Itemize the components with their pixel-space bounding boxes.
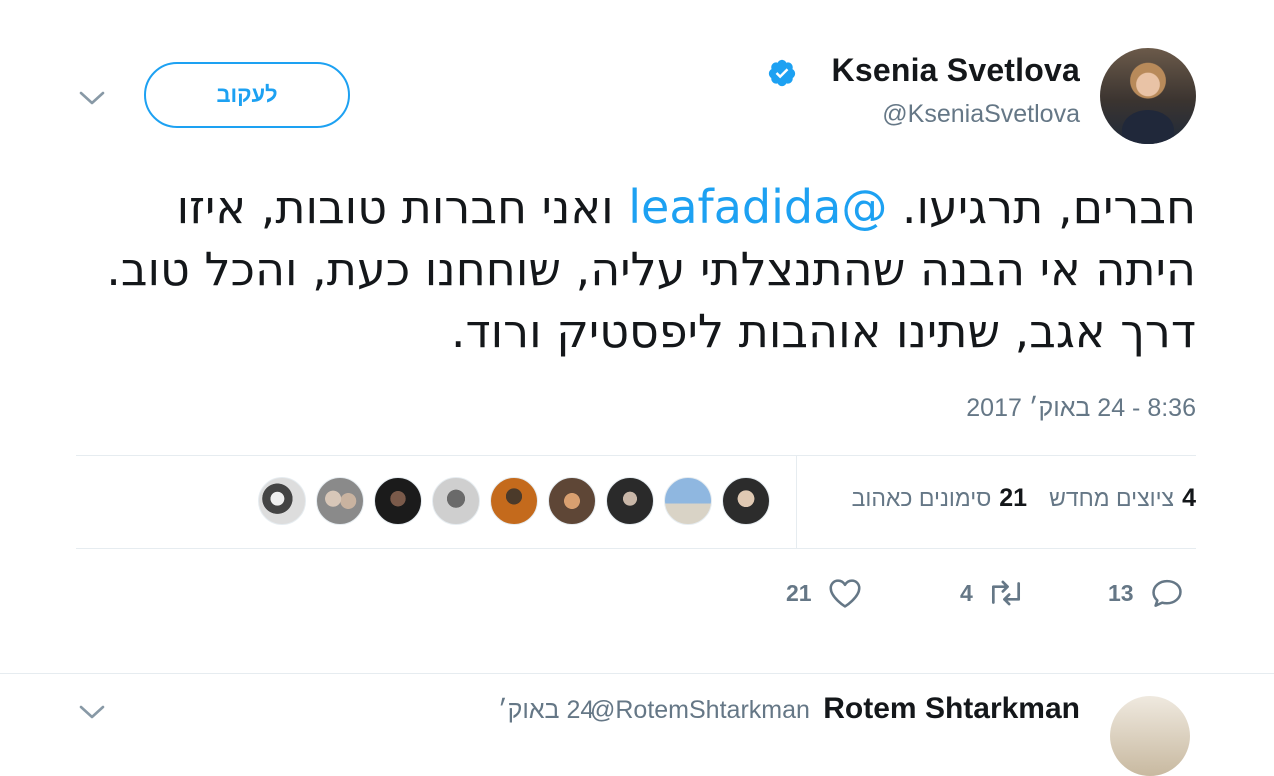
tweet-text: חברים, תרגיעו. @leafadida ואני חברות טוב… — [80, 176, 1196, 362]
chevron-down-icon[interactable] — [78, 86, 106, 110]
follow-button[interactable]: לעקוב — [144, 62, 350, 128]
liker-avatar[interactable] — [374, 477, 422, 525]
divider — [0, 673, 1274, 674]
reply-icon[interactable] — [1148, 574, 1186, 612]
retweet-count: 4 — [960, 579, 973, 606]
chevron-down-icon[interactable] — [78, 700, 106, 724]
retweets-stat-count: 4 — [1182, 484, 1196, 512]
like-count: 21 — [786, 579, 812, 606]
liker-avatars — [258, 477, 770, 525]
author-avatar[interactable] — [1100, 48, 1196, 144]
liker-avatar[interactable] — [548, 477, 596, 525]
divider — [76, 455, 1196, 456]
tweet-text-part: חברים, תרגיעו. — [887, 180, 1196, 234]
likes-stat-count: 21 — [999, 484, 1028, 512]
retweets-stat[interactable]: 4 ציוצים מחדש — [1049, 484, 1196, 513]
divider — [76, 548, 1196, 549]
next-tweet-author-name[interactable]: Rotem Shtarkman — [823, 692, 1080, 726]
retweet-action[interactable]: 4 — [960, 574, 1025, 612]
verified-badge-icon — [768, 59, 796, 87]
author-name[interactable]: Ksenia Svetlova — [832, 52, 1080, 89]
retweet-icon[interactable] — [987, 574, 1025, 612]
likes-stat[interactable]: 21 סימונים כאהוב — [852, 484, 1027, 513]
author-handle[interactable]: @KseniaSvetlova — [882, 100, 1080, 129]
liker-avatar[interactable] — [606, 477, 654, 525]
liker-avatar[interactable] — [722, 477, 770, 525]
next-tweet-avatar[interactable] — [1110, 696, 1190, 776]
liker-avatar[interactable] — [664, 477, 712, 525]
liker-avatar[interactable] — [432, 477, 480, 525]
tweet-timestamp[interactable]: 8:36 - 24 באוק׳ 2017 — [966, 394, 1196, 423]
liker-avatar[interactable] — [490, 477, 538, 525]
like-action[interactable]: 21 — [786, 574, 864, 612]
liker-avatar[interactable] — [316, 477, 364, 525]
heart-icon[interactable] — [826, 574, 864, 612]
retweets-stat-label: ציוצים מחדש — [1049, 485, 1175, 511]
liker-avatar[interactable] — [258, 477, 306, 525]
reply-action[interactable]: 13 — [1108, 574, 1186, 612]
divider — [796, 456, 797, 548]
next-tweet-author-handle[interactable]: @RotemShtarkman — [590, 696, 810, 725]
engagement-stats: 4 ציוצים מחדש 21 סימונים כאהוב — [852, 484, 1196, 513]
reply-count: 13 — [1108, 579, 1134, 606]
mention-link[interactable]: @leafadida — [628, 180, 887, 234]
next-tweet-time[interactable]: 24 באוק׳ — [498, 696, 594, 725]
likes-stat-label: סימונים כאהוב — [851, 485, 992, 511]
